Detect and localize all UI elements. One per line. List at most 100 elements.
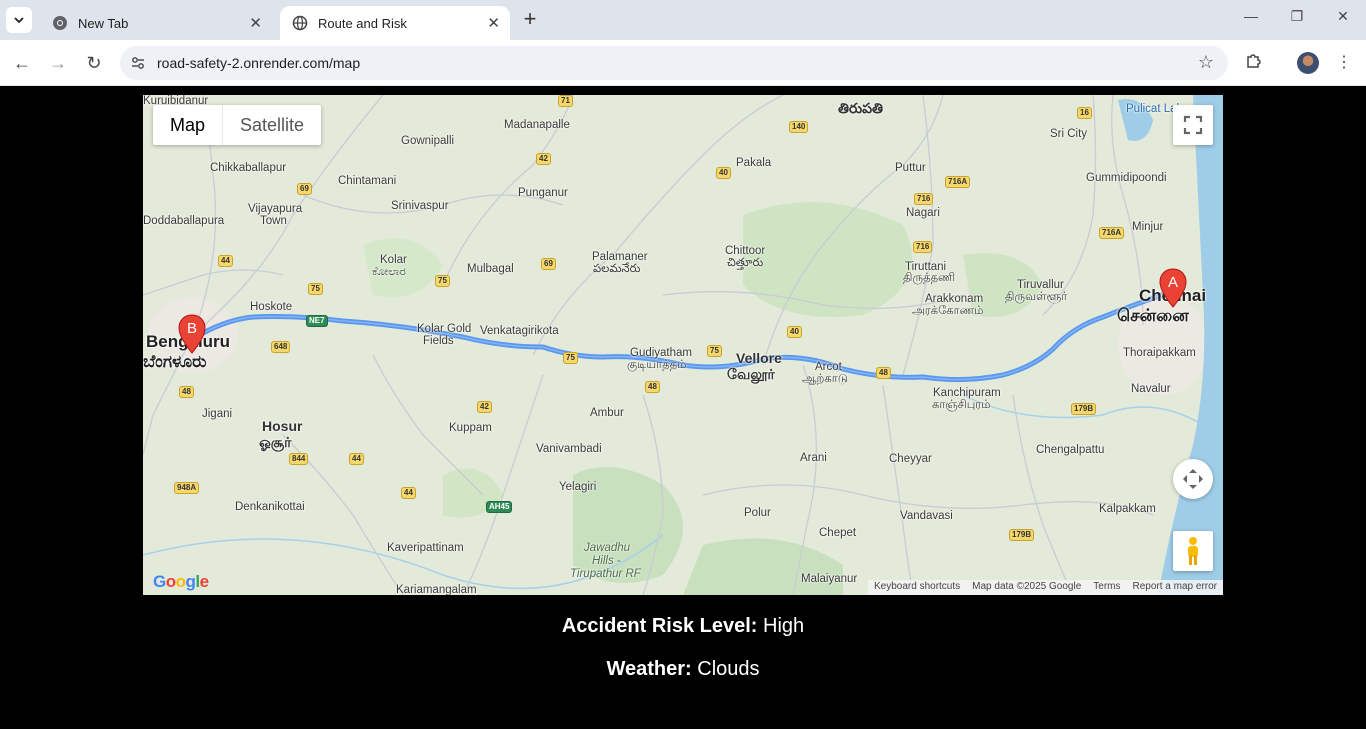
highway-shield: 716A <box>945 176 971 188</box>
browser-toolbar: ← → ↻ road-safety-2.onrender.com/map ☆ ⋮ <box>0 40 1366 86</box>
town-label: Chengalpattu <box>1036 444 1105 456</box>
profile-avatar[interactable] <box>1297 52 1319 74</box>
highway-shield: NE7 <box>306 315 328 327</box>
town-label: Kalpakkam <box>1099 503 1156 515</box>
town-label: Doddaballapura <box>143 215 225 227</box>
town-label: Kanchipuram <box>933 387 1001 399</box>
highway-shield: 648 <box>271 341 291 353</box>
highway-shield: 40 <box>716 167 731 179</box>
park-label: Jawadhu <box>584 542 631 554</box>
tab-new-tab[interactable]: New Tab ✕ <box>40 6 272 40</box>
town-label: Arakkonam <box>925 293 984 305</box>
town-label: காஞ்சிபுரம் <box>932 399 991 411</box>
url-text: road-safety-2.onrender.com/map <box>157 55 361 71</box>
town-label: Gownipalli <box>401 135 455 147</box>
destination-marker[interactable]: B <box>178 314 206 354</box>
forward-arrow-icon[interactable]: → <box>46 51 70 75</box>
town-label: Kuppam <box>449 422 492 434</box>
camera-control-button[interactable] <box>1173 459 1213 499</box>
town-label: Mulbagal <box>467 263 514 275</box>
fullscreen-button[interactable] <box>1173 105 1213 145</box>
back-arrow-icon[interactable]: ← <box>10 51 34 75</box>
highway-shield: 179B <box>1009 529 1035 541</box>
new-tab-button[interactable]: + <box>518 8 542 32</box>
town-label: Chepet <box>819 527 857 539</box>
tab-search-button[interactable] <box>6 7 32 33</box>
terms-link[interactable]: Terms <box>1087 580 1126 595</box>
reload-icon[interactable]: ↻ <box>82 51 106 75</box>
close-icon[interactable]: ✕ <box>487 14 500 32</box>
town-label: Punganur <box>518 187 568 199</box>
map-data-text: Map data ©2025 Google <box>972 581 1082 592</box>
town-label: Arcot <box>815 361 842 373</box>
highway-shield: 844 <box>289 453 309 465</box>
highway-shield: 75 <box>435 275 450 287</box>
highway-shield: 42 <box>477 401 492 413</box>
highway-shield: 69 <box>297 183 312 195</box>
restore-icon[interactable]: ❐ <box>1282 8 1312 32</box>
extensions-icon[interactable] <box>1242 51 1266 75</box>
tab-strip: New Tab ✕ Route and Risk ✕ + — ❐ ✕ <box>0 0 1366 40</box>
highway-shield: 140 <box>789 121 809 133</box>
highway-shield: 716A <box>1099 227 1125 239</box>
town-label: Vandavasi <box>900 510 953 522</box>
town-label: Malaiyanur <box>801 573 858 585</box>
google-logo[interactable]: Google <box>153 572 209 592</box>
map-attribution: Keyboard shortcuts Map data ©2025 Google… <box>867 580 1223 595</box>
close-icon[interactable]: ✕ <box>249 14 262 32</box>
highway-shield: 948A <box>174 482 200 494</box>
town-label: Sri City <box>1050 128 1088 140</box>
keyboard-shortcuts-link[interactable]: Keyboard shortcuts <box>868 580 966 595</box>
site-settings-icon[interactable] <box>130 55 146 71</box>
town-label: Minjur <box>1132 221 1164 233</box>
highway-shield: 44 <box>349 453 364 465</box>
town-label: Kolar <box>380 254 407 266</box>
street-view-pegman[interactable] <box>1173 531 1213 571</box>
city-label: ஓசூர் <box>259 434 292 450</box>
city-label: తిరుపతి <box>838 100 883 116</box>
route-map[interactable]: Bengaluru ಬೆಂಗಳೂರು Chennai சென்னை Vellor… <box>143 95 1223 595</box>
city-label: சென்னை <box>1117 306 1189 325</box>
town-label: Chittoor <box>725 245 766 257</box>
page-content: Bengaluru ಬೆಂಗಳೂರು Chennai சென்னை Vellor… <box>0 87 1366 729</box>
map-type-map-button[interactable]: Map <box>153 105 224 145</box>
pegman-icon <box>1188 537 1198 565</box>
move-arrows-icon <box>1183 469 1203 489</box>
town-label: Arani <box>800 452 827 464</box>
highway-shield: 716 <box>914 193 934 205</box>
town-label: Vanivambadi <box>536 443 602 455</box>
bookmark-star-icon[interactable]: ☆ <box>1198 52 1214 73</box>
town-label: Ambur <box>590 407 624 419</box>
town-label: Pakala <box>736 157 772 169</box>
city-label: Hosur <box>262 418 303 434</box>
risk-level-label: Accident Risk Level: <box>561 615 758 637</box>
marker-label: A <box>1168 274 1178 291</box>
highway-shield: 75 <box>707 345 722 357</box>
menu-kebab-icon[interactable]: ⋮ <box>1332 51 1356 75</box>
highway-shield: 69 <box>541 258 556 270</box>
highway-shield: 48 <box>645 381 660 393</box>
highway-shield: 48 <box>179 386 194 398</box>
town-label: Town <box>260 215 287 227</box>
origin-marker[interactable]: A <box>1159 268 1187 308</box>
risk-level-line: Accident Risk Level: High <box>0 615 1366 638</box>
minimize-icon[interactable]: — <box>1236 8 1266 32</box>
marker-label: B <box>187 320 197 337</box>
highway-shield: 716 <box>913 241 933 253</box>
chrome-icon <box>52 15 68 31</box>
town-label: Navalur <box>1131 383 1171 395</box>
map-tiles <box>143 95 1223 595</box>
highway-shield: 44 <box>401 487 416 499</box>
town-label: Madanapalle <box>504 119 570 131</box>
town-label: Polur <box>744 507 771 519</box>
address-bar[interactable]: road-safety-2.onrender.com/map ☆ <box>120 46 1228 80</box>
highway-shield: 16 <box>1077 107 1092 119</box>
tab-route-and-risk[interactable]: Route and Risk ✕ <box>280 6 510 40</box>
highway-shield: 179B <box>1071 403 1097 415</box>
report-error-link[interactable]: Report a map error <box>1127 580 1223 595</box>
town-label: Cheyyar <box>889 453 932 465</box>
map-type-satellite-button[interactable]: Satellite <box>223 105 321 145</box>
town-label: Hoskote <box>250 301 293 313</box>
town-label: పలమనేరు <box>593 263 641 275</box>
close-window-icon[interactable]: ✕ <box>1328 8 1358 32</box>
